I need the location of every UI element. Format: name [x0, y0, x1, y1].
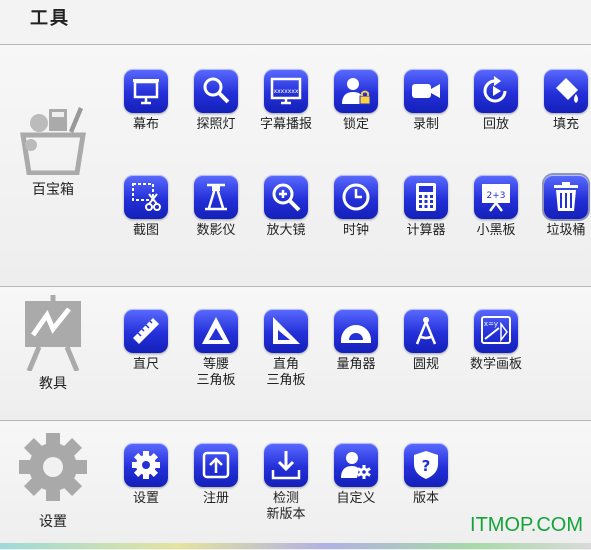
tool-protractor[interactable]: 量角器 — [321, 309, 391, 373]
whiteboard-text: 2+3 — [487, 191, 506, 201]
user-lock-icon — [342, 78, 371, 105]
tool-screenshot[interactable]: 截图 — [111, 175, 181, 239]
category-toolbox: 百宝箱 — [8, 103, 98, 199]
category-teaching: 教具 — [8, 291, 98, 393]
tool-clock[interactable]: 时钟 — [321, 175, 391, 239]
tool-fill[interactable]: 填充 — [531, 69, 591, 133]
tool-record[interactable]: 录制 — [391, 69, 461, 133]
protractor-icon — [341, 325, 371, 343]
whiteboard-icon: 2+3 — [482, 184, 510, 212]
trash-icon — [554, 182, 578, 211]
math-board-icon: x=y — [481, 316, 511, 344]
spotlight-icon — [203, 77, 230, 104]
toolbox-icon — [20, 107, 86, 175]
shield-question-icon: ? — [414, 451, 438, 479]
tool-visualizer[interactable]: 数影仪 — [181, 175, 251, 239]
user-settings-icon — [341, 452, 371, 479]
monitor-text: xxxxxxx — [274, 88, 299, 95]
category-label: 设置 — [39, 514, 67, 530]
easel-icon — [25, 295, 81, 371]
tool-blackboard[interactable]: 2+3 小黑板 — [461, 175, 531, 239]
video-camera-icon — [412, 84, 440, 98]
tool-magnifier[interactable]: 放大镜 — [251, 175, 321, 239]
tool-curtain[interactable]: 幕布 — [111, 69, 181, 133]
zoom-in-icon — [272, 183, 301, 212]
math-board-text: x=y — [484, 320, 498, 328]
tool-calculator[interactable]: 计算器 — [391, 175, 461, 239]
scissors-icon — [132, 183, 161, 211]
tool-version[interactable]: ? 版本 — [391, 443, 461, 507]
isosceles-triangle-icon — [202, 317, 230, 344]
category-label: 百宝箱 — [32, 182, 74, 198]
tool-check-update[interactable]: 检测 新版本 — [251, 443, 321, 523]
svg-text:?: ? — [422, 457, 431, 475]
tool-lock[interactable]: 锁定 — [321, 69, 391, 133]
tool-math-board[interactable]: x=y 数学画板 — [461, 309, 531, 373]
page-title: 工具 — [30, 8, 70, 29]
set-square-icon — [273, 317, 300, 344]
tool-trash[interactable]: 垃圾桶 — [531, 175, 591, 239]
tool-compass[interactable]: 圆规 — [391, 309, 461, 373]
category-settings: 设置 — [8, 429, 98, 531]
tool-subtitle[interactable]: xxxxxxx 字幕播报 — [251, 69, 321, 133]
tool-customize[interactable]: 自定义 — [321, 443, 391, 507]
compass-icon — [415, 317, 437, 345]
taskbar-strip — [0, 543, 591, 549]
document-camera-icon — [205, 183, 227, 211]
download-icon — [271, 451, 301, 480]
replay-icon — [483, 76, 507, 103]
gear-icon — [132, 451, 160, 479]
tool-ruler[interactable]: 直尺 — [111, 309, 181, 373]
curtain-icon — [133, 79, 159, 105]
tool-right-triangle[interactable]: 直角 三角板 — [251, 309, 321, 389]
tool-replay[interactable]: 回放 — [461, 69, 531, 133]
clock-icon — [342, 183, 370, 211]
paint-bucket-icon — [556, 78, 578, 103]
section-toolbox: 百宝箱 幕布 探照灯 xxxxxxx 字幕播报 锁定 录制 回放 填充 截图 数… — [0, 44, 591, 287]
ruler-icon — [133, 318, 159, 344]
category-label: 教具 — [39, 376, 67, 392]
register-icon — [202, 451, 230, 479]
tool-register[interactable]: 注册 — [181, 443, 251, 507]
tool-spotlight[interactable]: 探照灯 — [181, 69, 251, 133]
gear-icon — [19, 433, 87, 501]
watermark: ITMOP.COM — [470, 514, 583, 536]
section-teaching-tools: 教具 直尺 等腰 三角板 直角 三角板 量角器 圆规 x=y 数学画板 — [0, 286, 591, 421]
tool-isosceles-triangle[interactable]: 等腰 三角板 — [181, 309, 251, 389]
tool-settings[interactable]: 设置 — [111, 443, 181, 507]
monitor-icon: xxxxxxx — [270, 77, 302, 105]
calculator-icon — [416, 183, 436, 211]
